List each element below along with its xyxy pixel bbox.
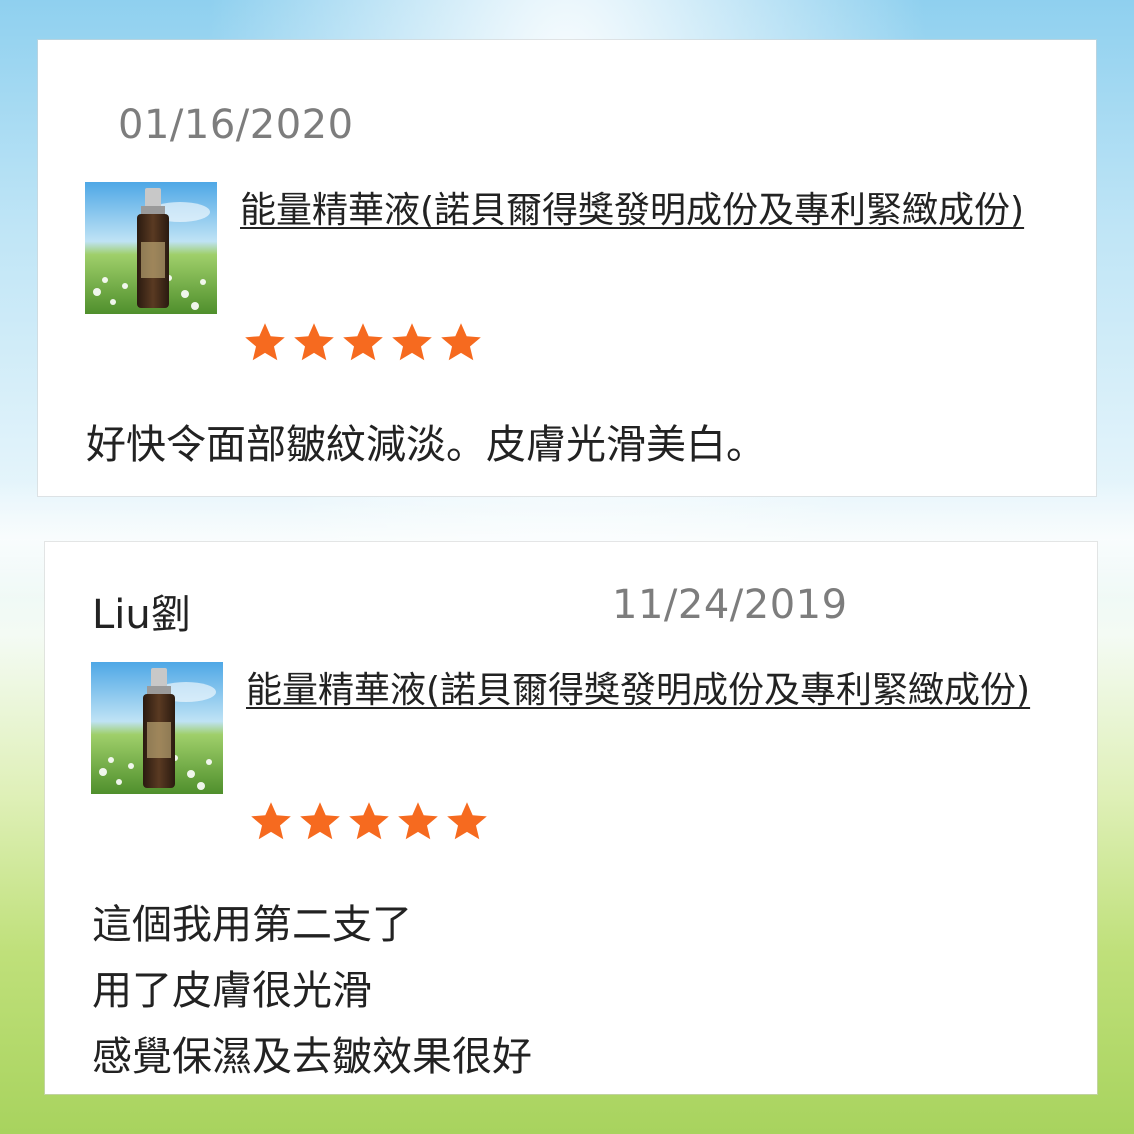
star-rating [243,321,483,365]
review-comment: 這個我用第二支了 用了皮膚很光滑 感覺保濕及去皺效果很好 [92,892,532,1090]
comment-line: 用了皮膚很光滑 [92,968,372,1014]
product-name-link[interactable]: 能量精華液(諾貝爾得獎發明成份及專利緊緻成份) [240,182,1040,240]
star-icon [441,323,481,361]
star-icon [343,323,383,361]
star-icon [294,323,334,361]
star-icon [245,323,285,361]
star-icon [300,802,340,840]
review-date: 11/24/2019 [612,582,848,628]
product-thumbnail[interactable] [91,662,223,794]
review-date: 01/16/2020 [118,102,354,148]
comment-line: 好快令面部皺紋減淡。皮膚光滑美白。 [86,422,766,468]
star-icon [251,802,291,840]
review-comment: 好快令面部皺紋減淡。皮膚光滑美白。 [86,412,766,478]
star-icon [349,802,389,840]
review-card: 01/16/2020 能量精華液(諾貝爾得獎發明成份及專利緊緻成份) 好快令面部… [38,40,1096,496]
product-name-link[interactable]: 能量精華液(諾貝爾得獎發明成份及專利緊緻成份) [246,662,1046,720]
star-rating [249,800,489,844]
product-thumbnail[interactable] [85,182,217,314]
star-icon [447,802,487,840]
star-icon [398,802,438,840]
star-icon [392,323,432,361]
review-card: Liu劉 11/24/2019 能量精華液(諾貝爾得獎發明成份及專利緊緻成份) … [45,542,1097,1094]
reviewer-name: Liu劉 [92,592,191,638]
comment-line: 感覺保濕及去皺效果很好 [92,1034,532,1080]
comment-line: 這個我用第二支了 [92,902,412,948]
